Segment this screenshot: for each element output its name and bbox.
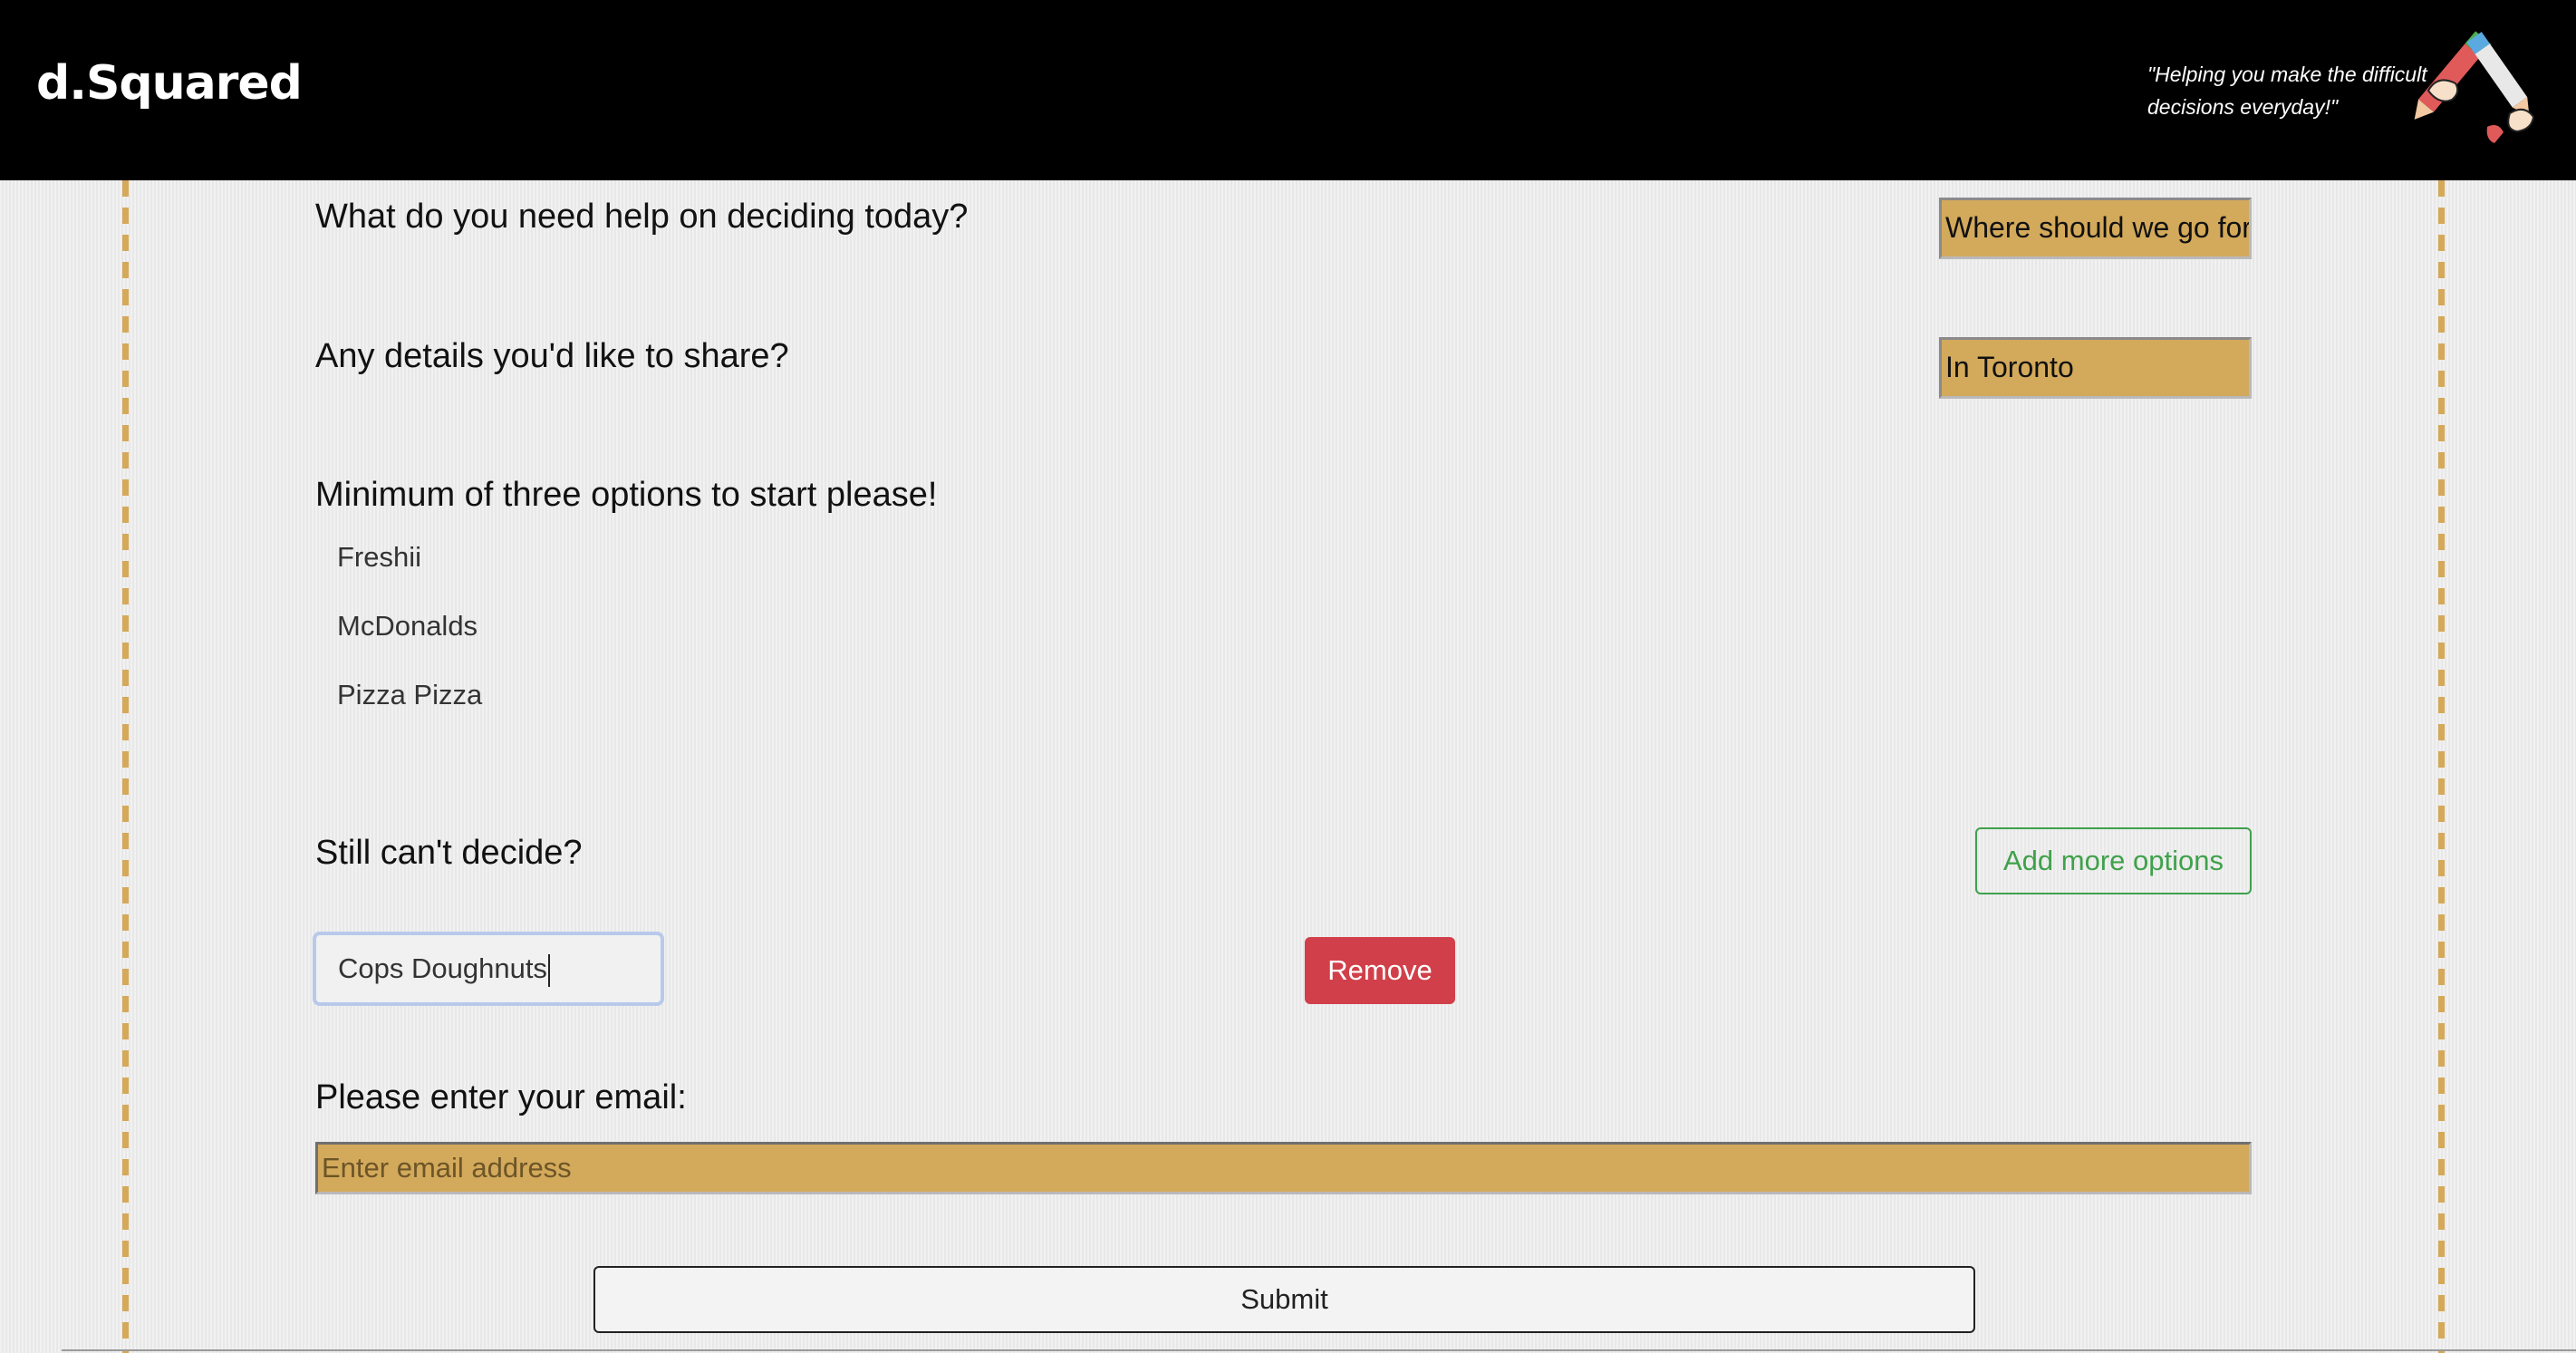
- option-item: McDonalds: [337, 610, 478, 642]
- new-option-value: Cops Doughnuts: [338, 952, 547, 984]
- tagline: "Helping you make the difficult decision…: [2147, 63, 2427, 119]
- details-label: Any details you'd like to share?: [315, 337, 789, 375]
- new-option-input[interactable]: Cops Doughnuts: [313, 932, 664, 1006]
- text-caret: [547, 953, 550, 987]
- submit-button[interactable]: Submit: [593, 1266, 1975, 1333]
- question-input[interactable]: Where should we go for: [1939, 198, 2252, 259]
- still-cant-decide-label: Still can't decide?: [315, 834, 583, 872]
- question-label: What do you need help on deciding today?: [315, 198, 969, 236]
- crossed-hands-pens-icon: [2410, 27, 2546, 150]
- right-dashed-border: [2438, 180, 2445, 1353]
- details-input[interactable]: In Toronto: [1939, 337, 2252, 399]
- options-label: Minimum of three options to start please…: [315, 476, 938, 514]
- bottom-divider: [62, 1349, 2576, 1351]
- add-more-options-button[interactable]: Add more options: [1975, 827, 2252, 894]
- option-item: Freshii: [337, 541, 422, 573]
- remove-button[interactable]: Remove: [1305, 937, 1455, 1004]
- option-item: Pizza Pizza: [337, 679, 483, 710]
- email-label: Please enter your email:: [315, 1078, 687, 1116]
- header-bar: d.Squared "Helping you make the difficul…: [0, 0, 2576, 180]
- left-dashed-border: [122, 180, 129, 1353]
- logo[interactable]: d.Squared: [36, 56, 303, 111]
- email-input[interactable]: Enter email address: [315, 1142, 2252, 1194]
